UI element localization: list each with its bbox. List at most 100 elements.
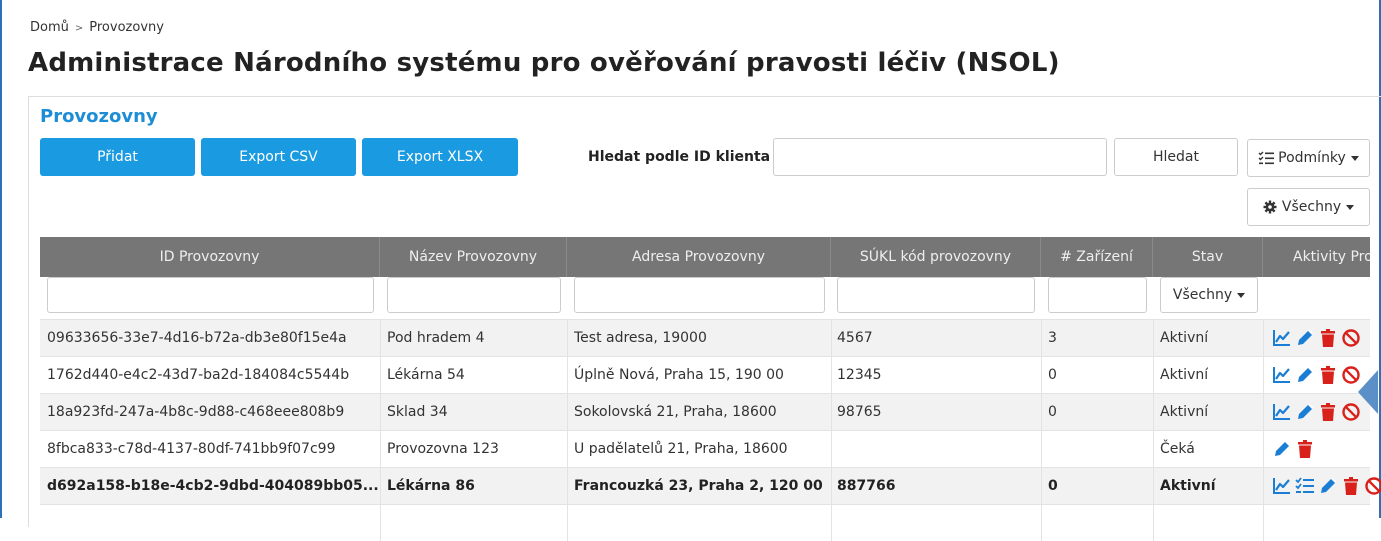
column-divider: [831, 394, 832, 430]
chevron-down-icon: [1237, 293, 1245, 298]
breadcrumb: Domů>Provozovny: [30, 20, 164, 35]
chart-icon[interactable]: [1272, 328, 1292, 348]
cell-id: d692a158-b18e-4cb2-9dbd-404089bb05...: [47, 468, 379, 504]
table-header: ID Provozovny Název Provozovny Adresa Pr…: [40, 237, 1370, 277]
column-divider: [1153, 505, 1154, 541]
conditions-dropdown[interactable]: Podmínky: [1247, 139, 1370, 177]
edit-icon[interactable]: [1295, 365, 1315, 385]
gear-icon: [1263, 200, 1277, 214]
cell-devices: 0: [1048, 468, 1058, 504]
filter-id-input[interactable]: [47, 277, 374, 313]
column-divider: [1153, 394, 1154, 430]
filter-sukl-input[interactable]: [837, 277, 1035, 313]
block-icon[interactable]: [1364, 476, 1381, 496]
column-divider: [1263, 468, 1264, 504]
all-filter-dropdown[interactable]: Všechny: [1247, 188, 1370, 226]
panel-title: Provozovny: [40, 106, 158, 127]
filter-status-dropdown[interactable]: Všechny: [1160, 277, 1258, 313]
table-row[interactable]: d692a158-b18e-4cb2-9dbd-404089bb05...Lék…: [40, 467, 1370, 504]
cell-sukl: 12345: [837, 357, 882, 393]
search-button[interactable]: Hledat: [1114, 138, 1238, 176]
column-divider: [1153, 320, 1154, 356]
export-csv-button[interactable]: Export CSV: [201, 138, 356, 176]
edit-icon[interactable]: [1295, 402, 1315, 422]
cell-devices: 0: [1048, 394, 1057, 430]
cell-id: 09633656-33e7-4d16-b72a-db3e80f15e4a: [47, 320, 347, 356]
block-icon[interactable]: [1341, 328, 1361, 348]
column-divider: [1041, 357, 1042, 393]
column-header-devices[interactable]: # Zařízení: [1041, 237, 1153, 277]
cell-name: Lékárna 86: [387, 468, 475, 504]
chart-icon[interactable]: [1272, 365, 1292, 385]
chevron-down-icon: [1351, 156, 1359, 161]
table-row[interactable]: 09633656-33e7-4d16-b72a-db3e80f15e4a Pod …: [40, 319, 1370, 356]
column-divider: [831, 505, 832, 541]
cell-status: Aktivní: [1160, 394, 1208, 430]
column-divider: [380, 394, 381, 430]
cell-name: Provozovna 123: [387, 431, 499, 467]
cell-id: 8fbca833-c78d-4137-80df-741bb9f07c99: [47, 431, 335, 467]
cell-name: Pod hradem 4: [387, 320, 485, 356]
column-header-sukl[interactable]: SÚKL kód provozovny: [831, 237, 1041, 277]
page-title: Administrace Národního systému pro ověřo…: [28, 48, 1060, 78]
column-header-status[interactable]: Stav: [1153, 237, 1263, 277]
column-divider: [1263, 320, 1264, 356]
row-actions: [1272, 365, 1361, 385]
filter-address-input[interactable]: [574, 277, 825, 313]
cell-address: Test adresa, 19000: [574, 320, 707, 356]
delete-icon[interactable]: [1295, 439, 1315, 459]
delete-icon[interactable]: [1341, 476, 1361, 496]
column-divider: [1041, 468, 1042, 504]
table-row[interactable]: 1762d440-e4c2-43d7-ba2d-184084c5544b Léká…: [40, 356, 1370, 393]
cell-address: Úplně Nová, Praha 15, 190 00: [574, 357, 784, 393]
chart-icon[interactable]: [1272, 476, 1292, 496]
column-divider: [567, 505, 568, 541]
row-actions: [1272, 476, 1381, 496]
delete-icon[interactable]: [1318, 402, 1338, 422]
column-divider: [1263, 505, 1264, 541]
cell-id: 1762d440-e4c2-43d7-ba2d-184084c5544b: [47, 357, 349, 393]
column-divider: [1041, 505, 1042, 541]
delete-icon[interactable]: [1318, 328, 1338, 348]
column-header-name[interactable]: Název Provozovny: [380, 237, 567, 277]
column-divider: [380, 431, 381, 467]
table-row[interactable]: 18a923fd-247a-4b8c-9d88-c468eee808b9 Skla…: [40, 393, 1370, 430]
column-header-address[interactable]: Adresa Provozovny: [567, 237, 831, 277]
column-divider: [1153, 431, 1154, 467]
breadcrumb-home[interactable]: Domů: [30, 20, 69, 35]
edit-icon[interactable]: [1295, 328, 1315, 348]
collapse-arrow-icon[interactable]: [1358, 370, 1378, 414]
cell-devices: 3: [1048, 320, 1057, 356]
delete-icon[interactable]: [1318, 365, 1338, 385]
table-row[interactable]: 8fbca833-c78d-4137-80df-741bb9f07c99 Prov…: [40, 430, 1370, 467]
conditions-label: Podmínky: [1278, 150, 1346, 166]
add-button[interactable]: Přidat: [40, 138, 195, 176]
checklist-icon[interactable]: [1295, 476, 1315, 496]
column-divider: [1041, 431, 1042, 467]
cell-status: Aktivní: [1160, 320, 1208, 356]
cell-name: Lékárna 54: [387, 357, 465, 393]
column-header-id[interactable]: ID Provozovny: [40, 237, 380, 277]
filter-name-input[interactable]: [387, 277, 561, 313]
export-xlsx-button[interactable]: Export XLSX: [362, 138, 518, 176]
cell-devices: 0: [1048, 357, 1057, 393]
cell-id: 18a923fd-247a-4b8c-9d88-c468eee808b9: [47, 394, 344, 430]
cell-name: Sklad 34: [387, 394, 448, 430]
edit-icon[interactable]: [1272, 439, 1292, 459]
column-divider: [567, 357, 568, 393]
column-divider: [831, 431, 832, 467]
edit-icon[interactable]: [1318, 476, 1338, 496]
column-divider: [1263, 394, 1264, 430]
breadcrumb-current: Provozovny: [89, 20, 164, 35]
filter-status-label: Všechny: [1173, 287, 1232, 303]
filter-devices-input[interactable]: [1048, 277, 1147, 313]
row-actions: [1272, 439, 1315, 459]
column-divider: [1041, 320, 1042, 356]
search-input[interactable]: [773, 138, 1107, 176]
cell-address: Sokolovská 21, Praha, 18600: [574, 394, 777, 430]
cell-status: Aktivní: [1160, 468, 1216, 504]
column-divider: [1153, 357, 1154, 393]
cell-sukl: 887766: [837, 468, 895, 504]
chart-icon[interactable]: [1272, 402, 1292, 422]
chevron-down-icon: [1346, 205, 1354, 210]
